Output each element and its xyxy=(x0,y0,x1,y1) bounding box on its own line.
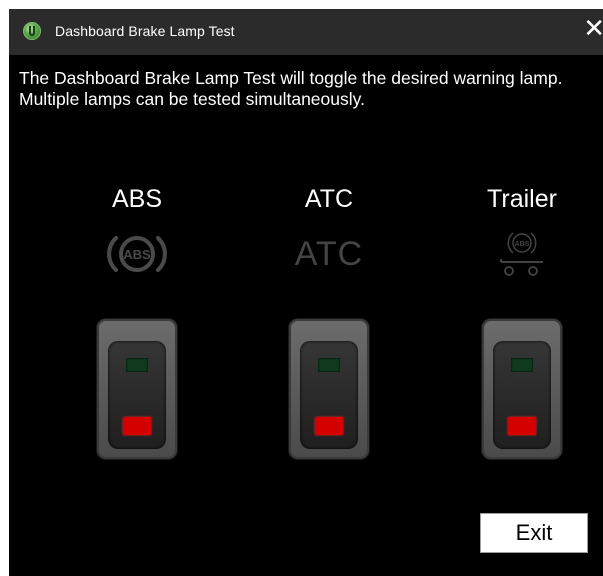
abs-icon-text: ABS xyxy=(123,247,151,262)
close-icon: ✕ xyxy=(583,14,603,44)
trailer-toggle-switch[interactable] xyxy=(482,319,562,459)
trailer-label: Trailer xyxy=(487,185,557,213)
close-button[interactable]: ✕ xyxy=(557,9,603,55)
window-title: Dashboard Brake Lamp Test xyxy=(55,23,235,39)
trailer-switch-rocker xyxy=(493,341,551,449)
abs-switch-rocker xyxy=(108,341,166,449)
title-bar[interactable]: Dashboard Brake Lamp Test ✕ xyxy=(9,9,603,55)
abs-lamp-icon: ABS xyxy=(67,229,207,279)
atc-green-indicator xyxy=(318,358,340,372)
atc-red-indicator xyxy=(315,417,343,435)
trailer-abs-lamp-icon: ABS xyxy=(452,229,592,279)
atc-icon-text: ATC xyxy=(294,234,364,273)
atc-switch-rocker xyxy=(300,341,358,449)
app-icon xyxy=(23,22,41,40)
atc-lamp-group: ATC ATC xyxy=(259,184,399,279)
abs-label: ABS xyxy=(111,185,163,213)
atc-label: ATC xyxy=(304,185,354,213)
abs-toggle-switch[interactable] xyxy=(97,319,177,459)
trailer-green-indicator xyxy=(511,358,533,372)
abs-green-indicator xyxy=(126,358,148,372)
trailer-lamp-group: Trailer ABS xyxy=(452,184,592,279)
atc-lamp-icon: ATC xyxy=(259,229,399,279)
abs-lamp-group: ABS ABS xyxy=(67,184,207,279)
abs-red-indicator xyxy=(123,417,151,435)
dialog-window: Dashboard Brake Lamp Test ✕ The Dashboar… xyxy=(9,9,603,576)
trailer-red-indicator xyxy=(508,417,536,435)
atc-toggle-switch[interactable] xyxy=(289,319,369,459)
trailer-icon-text: ABS xyxy=(515,241,530,248)
description-text: The Dashboard Brake Lamp Test will toggl… xyxy=(19,68,563,109)
exit-button[interactable]: Exit xyxy=(480,513,588,553)
